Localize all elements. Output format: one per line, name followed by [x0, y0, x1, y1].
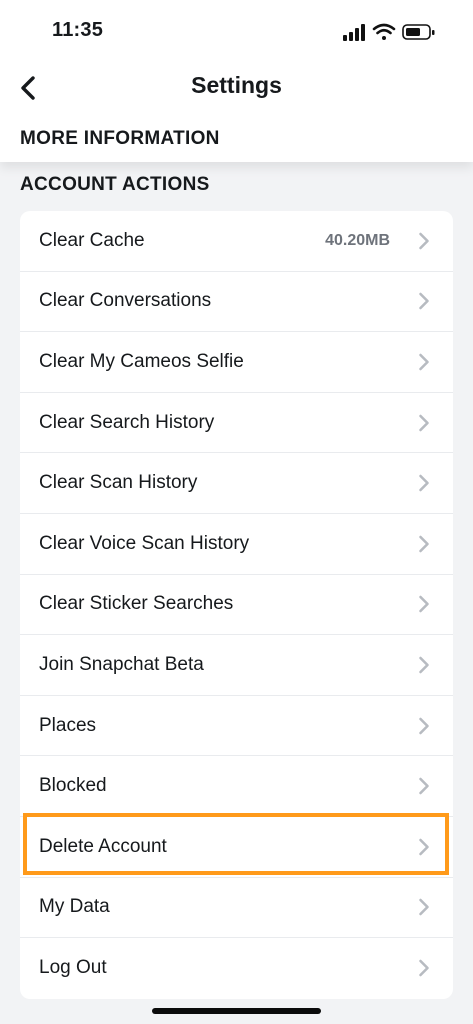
list-item-label: Clear Sticker Searches: [39, 593, 234, 615]
list-item-label: Log Out: [39, 957, 107, 979]
list-item-clear-conversations[interactable]: Clear Conversations: [20, 272, 453, 333]
list-item-label: Clear My Cameos Selfie: [39, 350, 244, 372]
chevron-right-icon: [417, 897, 431, 917]
list-item-label: Clear Scan History: [39, 472, 198, 494]
list-item-clear-voice-scan-history[interactable]: Clear Voice Scan History: [20, 514, 453, 575]
chevron-right-icon: [417, 716, 431, 736]
home-indicator: [152, 1008, 321, 1014]
list-item-label: Clear Search History: [39, 411, 215, 433]
section-header-account-actions: ACCOUNT ACTIONS: [20, 174, 210, 195]
cellular-signal-icon: [343, 24, 365, 41]
wifi-icon: [372, 23, 396, 40]
chevron-right-icon: [417, 473, 431, 493]
list-item-clear-sticker-searches[interactable]: Clear Sticker Searches: [20, 575, 453, 636]
chevron-right-icon: [417, 958, 431, 978]
list-item-places[interactable]: Places: [20, 696, 453, 757]
chevron-right-icon: [417, 594, 431, 614]
list-item-clear-my-cameos-selfie[interactable]: Clear My Cameos Selfie: [20, 332, 453, 393]
chevron-right-icon: [417, 231, 431, 251]
list-item-label: Places: [39, 714, 97, 736]
delete-account-highlight: [23, 813, 449, 875]
chevron-right-icon: [417, 291, 431, 311]
list-item-clear-search-history[interactable]: Clear Search History: [20, 393, 453, 454]
status-icons: [343, 23, 435, 41]
list-item-clear-scan-history[interactable]: Clear Scan History: [20, 453, 453, 514]
chevron-right-icon: [417, 776, 431, 796]
list-item-label: My Data: [39, 896, 110, 918]
chevron-right-icon: [417, 413, 431, 433]
battery-icon: [402, 24, 435, 40]
list-item-clear-cache[interactable]: Clear Cache 40.20MB: [20, 211, 453, 272]
list-item-log-out[interactable]: Log Out: [20, 938, 453, 999]
status-time: 11:35: [52, 19, 104, 41]
chevron-right-icon: [417, 534, 431, 554]
top-bar: 11:35 Settings MORE INFORMATION: [0, 0, 473, 162]
account-actions-list: Clear Cache 40.20MB Clear Conversations …: [20, 211, 453, 999]
list-item-label: Clear Conversations: [39, 290, 212, 312]
chevron-right-icon: [417, 352, 431, 372]
chevron-right-icon: [417, 655, 431, 675]
list-item-join-snapchat-beta[interactable]: Join Snapchat Beta: [20, 635, 453, 696]
list-item-label: Blocked: [39, 775, 107, 797]
list-item-label: Join Snapchat Beta: [39, 653, 204, 675]
list-item-label: Clear Voice Scan History: [39, 532, 250, 554]
list-item-label: Clear Cache: [39, 229, 145, 251]
list-item-blocked[interactable]: Blocked: [20, 756, 453, 817]
page-title: Settings: [191, 72, 282, 98]
list-item-my-data[interactable]: My Data: [20, 878, 453, 939]
section-header-more-information[interactable]: MORE INFORMATION: [20, 128, 220, 150]
cache-size-value: 40.20MB: [325, 231, 390, 249]
